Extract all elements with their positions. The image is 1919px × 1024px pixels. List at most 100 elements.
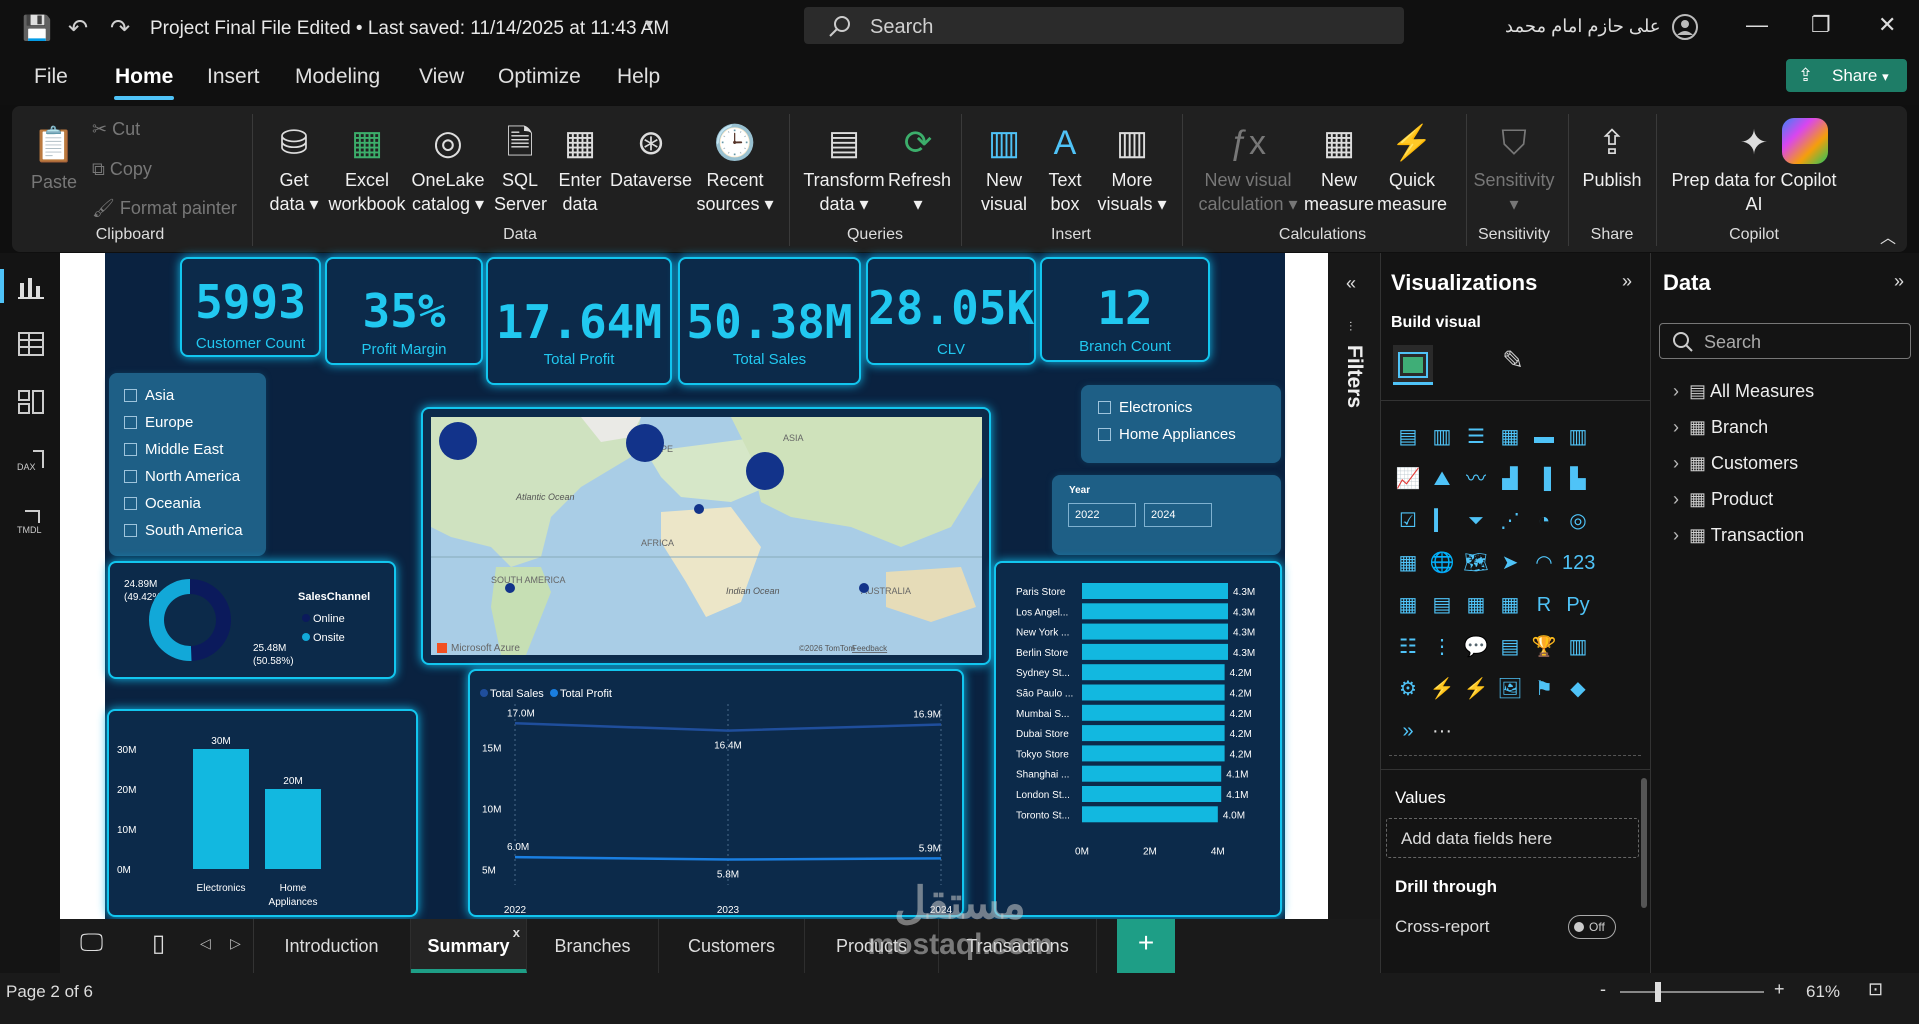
menu-file[interactable]: File (34, 65, 68, 89)
kpi-icon[interactable]: ▦ (1392, 589, 1424, 621)
new-measure-button[interactable]: ▦ New measure (1304, 120, 1374, 216)
sensitivity-button[interactable]: ⛉ Sensitivity ▾ (1470, 120, 1558, 216)
more-visuals-button[interactable]: ▥ More visuals ▾ (1096, 120, 1168, 216)
key-influencers-icon[interactable]: ☷ (1392, 631, 1424, 663)
zoom-in-icon[interactable]: + (1774, 979, 1785, 1000)
hbar[interactable] (1082, 623, 1228, 640)
tab-customers[interactable]: Customers (659, 919, 805, 973)
diamond-icon[interactable]: ◆ (1562, 673, 1594, 705)
hbar[interactable] (1082, 786, 1222, 802)
store-sales-bar-chart[interactable]: Paris Store 4.3M Los Angel... 4.3M New York … (994, 561, 1282, 917)
python-visual-icon[interactable]: Py (1562, 589, 1594, 621)
new-visual-calculation-button[interactable]: ƒx New visual calculation ▾ (1196, 120, 1300, 216)
category-sales-bar-chart[interactable]: 0M 10M 20M 30M 30M Electronics 20M Home Applianc… (107, 709, 418, 917)
data-item-customers[interactable]: › ▦ Customers (1673, 453, 1798, 474)
window-title[interactable]: Project Final File Edited • Last saved: … (150, 18, 669, 40)
menu-modeling[interactable]: Modeling (295, 65, 380, 89)
slicer-option-europe[interactable]: Europe (124, 414, 193, 431)
clustered-bar-icon[interactable]: ☰ (1460, 421, 1492, 453)
menu-help[interactable]: Help (617, 65, 660, 89)
publish-button[interactable]: ⇪ Publish (1576, 120, 1648, 192)
expand-icon[interactable]: » (1894, 271, 1904, 292)
add-data-fields-well[interactable]: Add data fields here (1386, 818, 1639, 858)
close-tab-icon[interactable]: x (513, 925, 520, 940)
enter-data-button[interactable]: ▦ Enter data (554, 120, 606, 216)
year-to-input[interactable]: 2024 (1144, 503, 1212, 527)
line-column-icon[interactable]: ☑ (1392, 505, 1424, 537)
copy-button[interactable]: ⧉ Copy (92, 157, 152, 181)
gauge-icon[interactable]: ◠ (1528, 547, 1560, 579)
paginated-icon[interactable]: ▤ (1494, 631, 1526, 663)
filled-map-icon[interactable]: 🗺 (1460, 547, 1492, 579)
menu-home[interactable]: Home (115, 65, 173, 89)
funnel-icon[interactable]: ▙ (1562, 463, 1594, 495)
slicer-option-oceania[interactable]: Oceania (124, 495, 201, 512)
hbar[interactable] (1082, 725, 1225, 742)
onelake-catalog-button[interactable]: ◎ OneLake catalog ▾ (410, 120, 486, 216)
power-automate-2-icon[interactable]: ⚡ (1460, 673, 1492, 705)
treemap-icon[interactable]: ▦ (1392, 547, 1424, 579)
close-icon[interactable]: ✕ (1878, 12, 1896, 38)
collapse-filters-icon[interactable]: « (1346, 273, 1356, 294)
filters-pane[interactable]: « ⫶ Filters (1328, 253, 1380, 919)
collapse-ribbon-icon[interactable]: ︿ (1880, 224, 1896, 248)
format-visual-tab[interactable]: ✎ (1493, 345, 1533, 385)
cut-button[interactable]: ✂ Cut (92, 117, 140, 141)
zoom-slider[interactable] (1620, 991, 1764, 993)
menu-view[interactable]: View (419, 65, 464, 89)
matrix-icon[interactable]: ▦ (1494, 589, 1526, 621)
clustered-column-icon[interactable]: ▦ (1494, 421, 1526, 453)
legend-item[interactable]: Online (313, 613, 345, 625)
map-visual[interactable]: Atlantic Ocean ASIA AFRICA SOUTH AMERICA… (421, 407, 991, 665)
prev-page-icon[interactable]: ◁ (200, 935, 211, 952)
user-name[interactable]: علی حازم امام محمد (1505, 16, 1661, 37)
power-apps-icon[interactable]: ⚙ (1392, 673, 1424, 705)
chevron-down-icon[interactable]: ▾ (645, 14, 653, 34)
transform-data-button[interactable]: ▤ Transform data ▾ (800, 120, 888, 216)
kpi-clv[interactable]: 28.05K CLV (866, 257, 1036, 365)
refresh-button[interactable]: ⟳ Refresh ▾ (888, 120, 951, 216)
data-item-transaction[interactable]: › ▦ Transaction (1673, 525, 1804, 546)
hbar[interactable] (1082, 664, 1225, 681)
table-icon[interactable]: ▦ (1460, 589, 1492, 621)
ribbon-icon[interactable]: ▟ (1494, 463, 1526, 495)
data-item-all-measures[interactable]: › ▤ All Measures (1673, 381, 1814, 402)
slicer-option-south-america[interactable]: South America (124, 522, 243, 539)
map-feedback-link[interactable]: Feedback (852, 644, 888, 653)
slicer-option-electronics[interactable]: Electronics (1098, 399, 1192, 416)
pie-icon[interactable]: ◔ (1528, 505, 1560, 537)
build-visual-tab[interactable] (1393, 345, 1433, 385)
ellipsis-icon[interactable]: ··· (1426, 715, 1458, 747)
slicer-option-middle-east[interactable]: Middle East (124, 441, 223, 458)
tmdl-view-icon[interactable]: TMDL (17, 509, 45, 537)
report-view-icon[interactable] (17, 273, 45, 301)
map-bubble[interactable] (859, 583, 869, 593)
quick-measure-button[interactable]: ⚡ Quick measure (1376, 120, 1448, 216)
stacked-bar-icon[interactable]: ▤ (1392, 421, 1424, 453)
donut-slice-online[interactable] (190, 579, 232, 661)
card-icon[interactable]: 123 (1562, 547, 1595, 579)
kpi-total-profit[interactable]: 17.64M Total Profit (486, 257, 672, 385)
save-icon[interactable]: 💾 (22, 14, 52, 43)
data-item-branch[interactable]: › ▦ Branch (1673, 417, 1768, 438)
copilot-icon[interactable] (1782, 118, 1828, 164)
legend-item[interactable]: Onsite (313, 632, 345, 644)
donut-icon[interactable]: ◎ (1562, 505, 1594, 537)
line-icon[interactable]: 📈 (1392, 463, 1424, 495)
line-stacked-icon[interactable]: ▎ (1426, 505, 1458, 537)
data-item-product[interactable]: › ▦ Product (1673, 489, 1773, 510)
excel-workbook-button[interactable]: ▦ Excel workbook (326, 120, 408, 216)
legend-item[interactable]: Total Profit (560, 688, 612, 700)
kpi-total-sales[interactable]: 50.38M Total Sales (678, 257, 861, 385)
tab-branches[interactable]: Branches (527, 919, 659, 973)
paste-button[interactable]: 📋 Paste (28, 122, 80, 194)
stacked-area-icon[interactable]: 〰 (1460, 463, 1492, 495)
kpi-branch-count[interactable]: 12 Branch Count (1040, 257, 1210, 362)
hbar[interactable] (1082, 684, 1225, 701)
expand-icon[interactable]: » (1622, 271, 1632, 292)
map-bubble[interactable] (626, 424, 664, 462)
100-bar-icon[interactable]: ▬ (1528, 421, 1560, 453)
maximize-icon[interactable]: ❐ (1811, 12, 1831, 38)
redo-icon[interactable]: ↷ (110, 14, 130, 43)
hbar[interactable] (1082, 603, 1228, 620)
